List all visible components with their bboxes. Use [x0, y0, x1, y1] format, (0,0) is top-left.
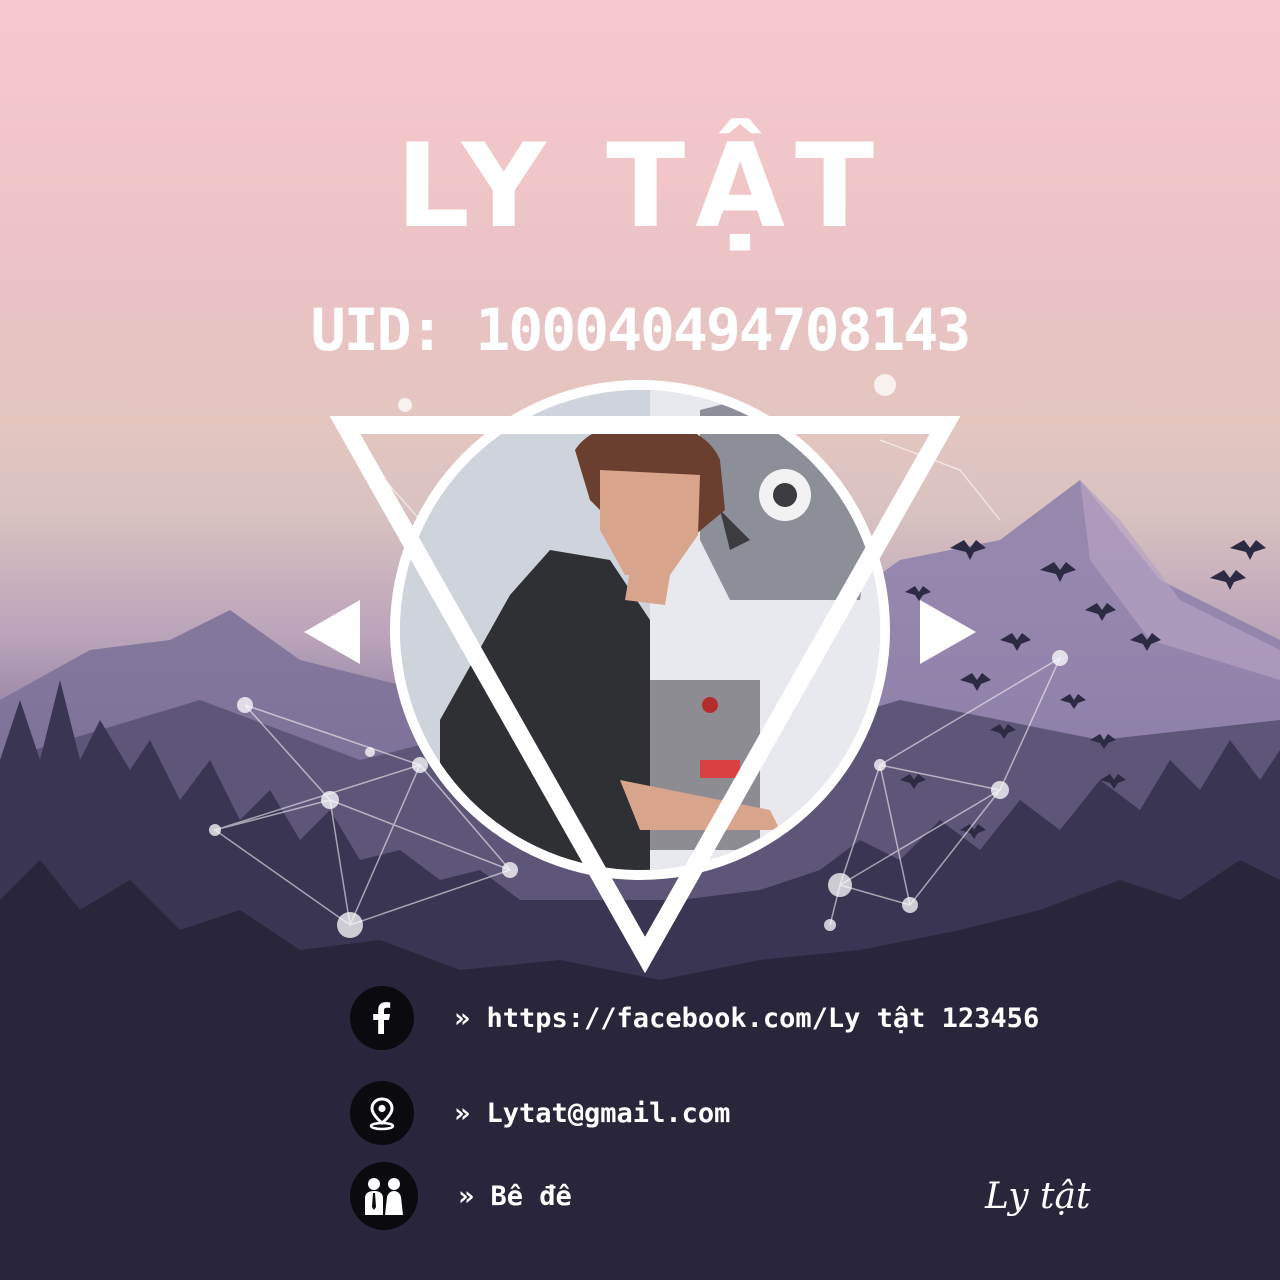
- avatar: [400, 390, 880, 870]
- status-text: » Bê đê: [458, 1180, 572, 1212]
- facebook-icon: [350, 986, 414, 1050]
- signature-logo: Ly tật: [985, 1176, 1091, 1217]
- avatar-illustration: [400, 390, 880, 870]
- facebook-link[interactable]: » https://facebook.com/Ly tật 123456: [454, 1003, 1039, 1034]
- page-title: LY TẬT: [395, 119, 885, 254]
- email-text[interactable]: » Lytat@gmail.com: [454, 1098, 730, 1129]
- location-pin-icon: [350, 1081, 414, 1145]
- uid-label: UID: 100040494708143: [310, 296, 971, 364]
- info-row-facebook[interactable]: » https://facebook.com/Ly tật 123456: [350, 985, 1039, 1051]
- info-row-email[interactable]: » Lytat@gmail.com: [350, 1080, 730, 1146]
- info-row-status: » Bê đê: [350, 1162, 572, 1230]
- couple-icon: [350, 1162, 418, 1230]
